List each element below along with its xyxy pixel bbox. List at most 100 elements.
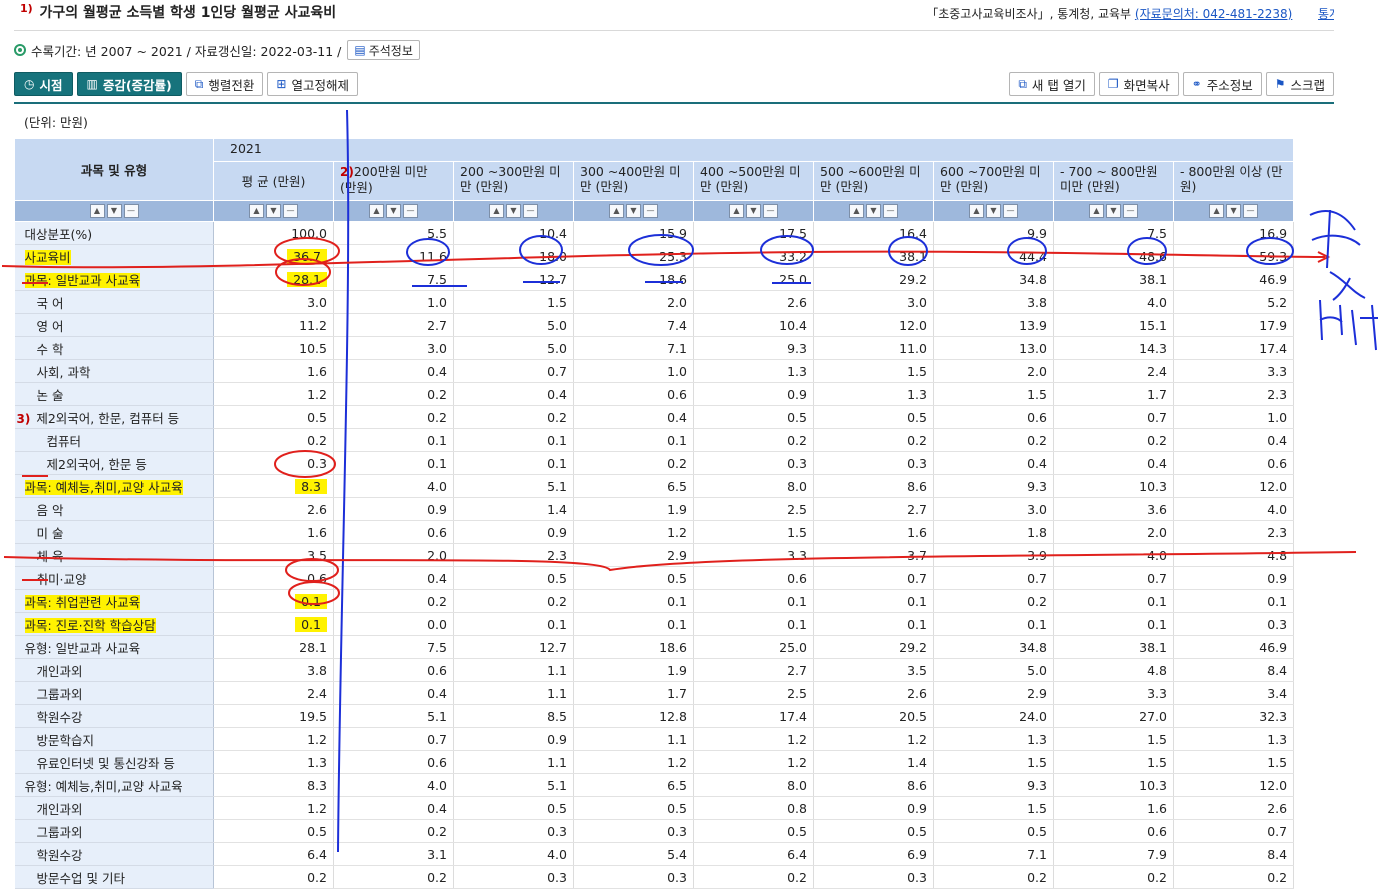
sort-ascending-icon[interactable]: ▲ <box>1209 204 1225 219</box>
collapse-icon[interactable]: — <box>1003 204 1018 219</box>
new-tab-button[interactable]: ⧉ 새 탭 열기 <box>1009 72 1095 96</box>
cell-value: 0.4 <box>1027 455 1047 471</box>
table-cell: 0.3 <box>573 865 694 889</box>
sort-descending-icon[interactable]: ▼ <box>986 204 1001 219</box>
table-cell: 1.6 <box>1053 796 1174 820</box>
cell-value: 0.6 <box>667 386 687 402</box>
table-cell: 0.2 <box>1173 865 1295 889</box>
year-header[interactable]: 2021 <box>212 138 1295 162</box>
collapse-icon[interactable]: — <box>403 204 418 219</box>
table-cell: 3.3 <box>1173 359 1295 383</box>
col-header-under-200[interactable]: 2)200만원 미만 (만원) <box>333 161 454 201</box>
table-cell: 2.5 <box>693 681 814 705</box>
table-cell: 8.0 <box>693 773 814 797</box>
collapse-icon[interactable]: — <box>883 204 898 219</box>
table-cell: 0.4 <box>1173 428 1295 452</box>
table-cell: 1.4 <box>813 750 934 774</box>
table-cell: 29.2 <box>813 267 934 291</box>
sort-ascending-icon[interactable]: ▲ <box>969 204 984 219</box>
sort-ascending-icon[interactable]: ▲ <box>729 204 744 219</box>
col-header-200-300[interactable]: 200 ~300만원 미만 (만원) <box>453 161 574 201</box>
collapse-icon[interactable]: — <box>643 204 658 219</box>
sort-descending-icon[interactable]: ▼ <box>866 204 881 219</box>
table-cell: 16.4 <box>813 221 934 245</box>
transpose-button[interactable]: ⧉ 행렬전환 <box>185 72 264 96</box>
table-cell: 0.1 <box>453 612 574 636</box>
sort-ascending-icon[interactable]: ▲ <box>609 204 624 219</box>
cell-value: 4.8 <box>1267 547 1288 563</box>
cell-value: 2.5 <box>787 685 807 701</box>
col-header-300-400[interactable]: 300 ~400만원 미만 (만원) <box>573 161 694 201</box>
table-row: 제2외국어, 한문 등 0.3 0.1 0.1 0.2 0.3 0.3 0.4 0.4 0.6 <box>14 451 1295 475</box>
cell-value: 5.0 <box>1027 662 1047 678</box>
sort-descending-icon[interactable]: ▼ <box>1226 204 1242 219</box>
sort-descending-icon[interactable]: ▼ <box>266 204 281 219</box>
row-label-text: 유형: 예체능,취미,교양 사교육 <box>24 778 183 794</box>
cell-value: 0.3 <box>667 869 687 885</box>
cell-value: 8.3 <box>307 777 327 793</box>
collapse-icon[interactable]: — <box>283 204 298 219</box>
screen-copy-button[interactable]: ❐ 화면복사 <box>1098 72 1179 96</box>
table-cell: 1.1 <box>453 681 574 705</box>
collapse-icon[interactable]: — <box>523 204 538 219</box>
contact-link[interactable]: (자료문의처: 042-481-2238) <box>1135 7 1292 21</box>
cell-value: 8.0 <box>787 777 807 793</box>
sort-descending-icon[interactable]: ▼ <box>1106 204 1121 219</box>
table-row: 과목: 진로·진학 학습상담 0.1 0.0 0.1 0.1 0.1 0.1 0.1 0.1 0.… <box>14 612 1295 636</box>
row-label-text: 음 악 <box>36 502 64 518</box>
table-cell: 0.2 <box>1053 865 1174 889</box>
sort-descending-icon[interactable]: ▼ <box>506 204 521 219</box>
table-cell: 10.4 <box>693 313 814 337</box>
cell-value: 5.2 <box>1267 294 1288 310</box>
cell-value: 7.9 <box>1147 846 1167 862</box>
sort-ascending-icon[interactable]: ▲ <box>489 204 504 219</box>
cell-value: 2.5 <box>787 501 807 517</box>
collapse-icon[interactable]: — <box>1243 204 1259 219</box>
cell-value: 1.2 <box>667 524 687 540</box>
sort-ascending-icon[interactable]: ▲ <box>249 204 264 219</box>
cell-value: 3.9 <box>1027 547 1047 563</box>
cell-value: 0.2 <box>1027 593 1047 609</box>
unfix-columns-button[interactable]: ⊞ 열고정해제 <box>267 72 358 96</box>
col-header-400-500[interactable]: 400 ~500만원 미만 (만원) <box>693 161 814 201</box>
sort-ascending-icon[interactable]: ▲ <box>369 204 384 219</box>
table-cell: 8.5 <box>453 704 574 728</box>
change-rate-button[interactable]: ▥ 증감(증감률) <box>76 72 182 96</box>
scrap-button[interactable]: ⚑ 스크랩 <box>1265 72 1334 96</box>
cut-off-link[interactable]: 통계 <box>1318 5 1334 22</box>
collapse-icon[interactable]: — <box>763 204 778 219</box>
sort-ascending-icon[interactable]: ▲ <box>849 204 864 219</box>
sort-ascending-icon[interactable]: ▲ <box>89 204 105 219</box>
table-cell: 5.1 <box>453 474 574 498</box>
title-footnote-mark[interactable]: 1) <box>20 2 33 15</box>
collapse-icon[interactable]: — <box>1123 204 1138 219</box>
sort-descending-icon[interactable]: ▼ <box>746 204 761 219</box>
table-cell: 0.6 <box>1173 451 1295 475</box>
time-button[interactable]: ◷ 시점 <box>14 72 73 96</box>
cell-value: 0.9 <box>547 731 567 747</box>
cell-value: 3.0 <box>307 294 327 310</box>
collapse-icon[interactable]: — <box>123 204 139 219</box>
col-header-over-800[interactable]: - 800만원 이상 (만원) <box>1172 161 1295 201</box>
cell-value: 0.5 <box>307 409 327 425</box>
cell-value: 46.9 <box>1259 271 1288 287</box>
table-cell: 3.3 <box>1053 681 1174 705</box>
cell-value: 13.0 <box>1019 340 1047 356</box>
col-header-700-800[interactable]: - 700 ~ 800만원 미만 (만원) <box>1053 161 1174 201</box>
sort-descending-icon[interactable]: ▼ <box>106 204 122 219</box>
sort-descending-icon[interactable]: ▼ <box>626 204 641 219</box>
row-label-text: 방문학습지 <box>36 732 95 748</box>
address-button[interactable]: ⚭ 주소정보 <box>1182 72 1262 96</box>
col-header-600-700[interactable]: 600 ~700만원 미만 (만원) <box>933 161 1054 201</box>
table-cell: 0.2 <box>693 428 814 452</box>
table-row: 방문학습지 1.2 0.7 0.9 1.1 1.2 1.2 1.3 1.5 1.3 <box>14 727 1295 751</box>
notes-button[interactable]: ▤ 주석정보 <box>347 40 420 60</box>
row-footnote-mark[interactable]: 3) <box>17 412 31 426</box>
sort-ascending-icon[interactable]: ▲ <box>1089 204 1104 219</box>
col-footnote-mark[interactable]: 2) <box>340 165 354 179</box>
table-cell: 0.1 <box>573 589 694 613</box>
col-header-avg[interactable]: 평 균 (만원) <box>213 161 334 201</box>
table-cell: 100.0 <box>213 221 334 245</box>
sort-descending-icon[interactable]: ▼ <box>386 204 401 219</box>
col-header-500-600[interactable]: 500 ~600만원 미만 (만원) <box>813 161 934 201</box>
